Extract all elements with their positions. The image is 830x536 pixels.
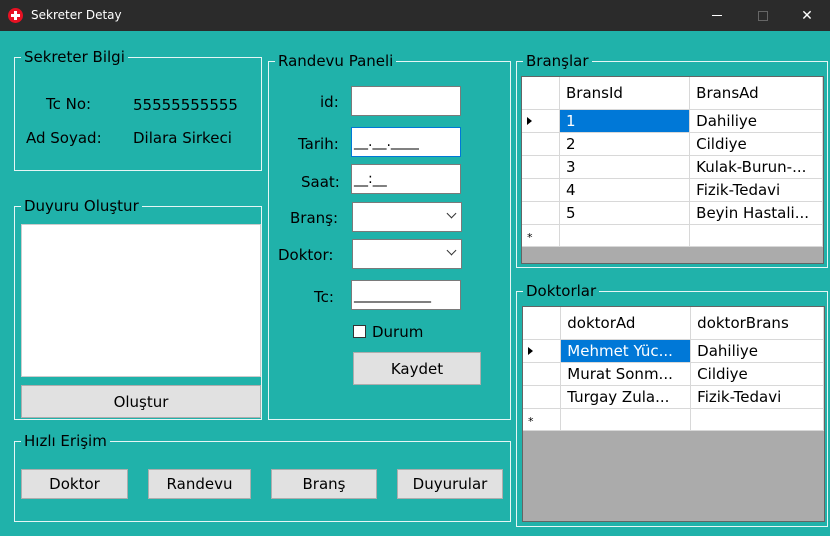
table-cell[interactable]: 1 [559,109,691,133]
table-row[interactable]: 5 Beyin Hastali... [522,201,823,225]
brans-label: Branş: [290,209,339,227]
table-cell[interactable]: Turgay Zula... [560,385,692,409]
id-input[interactable] [351,86,461,116]
title-bar: Sekreter Detay ✕ [0,0,830,31]
table-cell[interactable] [690,408,824,431]
olustur-button[interactable]: Oluştur [21,385,261,418]
table-cell[interactable] [559,224,691,247]
saat-label: Saat: [301,173,340,191]
branslar-title: Branşlar [523,51,592,71]
randevu-button[interactable]: Randevu [148,469,251,499]
table-row[interactable]: 4 Fizik-Tedavi [522,178,823,202]
table-cell[interactable]: 3 [559,155,691,179]
column-header-bransid[interactable]: BransId [559,77,691,110]
row-header [522,77,561,110]
column-header-bransad[interactable]: BransAd [689,77,823,110]
table-row[interactable]: Murat Sonm... Cildiye [523,362,824,386]
column-header-doktorbrans[interactable]: doktorBrans [690,307,824,340]
doktor-label: Doktor: [278,246,334,264]
tarih-input[interactable]: __.__.____ [351,127,461,157]
table-cell[interactable] [689,224,823,247]
chevron-down-icon [446,208,457,219]
sekreter-bilgi-group: Sekreter Bilgi Tc No: 55555555555 Ad Soy… [14,47,262,171]
row-header[interactable]: * [523,408,562,431]
durum-checkbox[interactable] [353,325,366,338]
brans-button[interactable]: Branş [271,469,377,499]
row-header[interactable] [522,132,561,156]
table-cell[interactable]: 5 [559,201,691,225]
table-cell[interactable]: Cildiye [690,362,824,386]
table-row[interactable]: 3 Kulak-Burun-... [522,155,823,179]
row-header[interactable] [523,362,562,386]
duyuru-title: Duyuru Oluştur [21,196,142,216]
doktorlar-table: doktorAd doktorBrans Mehmet Yüc... Dahil… [523,307,824,431]
randevu-paneli-title: Randevu Paneli [275,51,397,71]
table-row[interactable]: 1 Dahiliye [522,109,823,133]
sekreter-bilgi-title: Sekreter Bilgi [21,47,128,67]
row-pointer-icon [528,347,533,355]
column-header-doktorad[interactable]: doktorAd [560,307,692,340]
kaydet-button[interactable]: Kaydet [353,352,481,385]
minimize-icon [712,15,722,16]
duyuru-textarea[interactable] [21,224,261,377]
table-cell[interactable]: Fizik-Tedavi [690,385,824,409]
tc-input[interactable]: ___________ [351,280,461,310]
id-label: id: [320,93,339,111]
new-row[interactable]: * [522,224,823,247]
tc-no-value: 55555555555 [133,96,238,114]
row-header[interactable] [522,155,561,179]
table-row[interactable]: Mehmet Yüc... Dahiliye [523,339,824,363]
window-title: Sekreter Detay [31,8,122,22]
table-cell[interactable]: Dahiliye [690,339,824,363]
row-pointer-icon [527,117,532,125]
close-icon: ✕ [801,7,813,24]
row-header[interactable] [522,201,561,225]
tarih-label: Tarih: [298,135,339,153]
table-cell[interactable] [560,408,692,431]
table-cell[interactable]: Mehmet Yüc... [560,339,692,363]
new-row[interactable]: * [523,408,824,431]
table-row[interactable]: 2 Cildiye [522,132,823,156]
table-cell[interactable]: Kulak-Burun-... [689,155,823,179]
durum-label: Durum [372,323,424,341]
ad-soyad-label: Ad Soyad: [26,129,102,147]
maximize-icon [758,10,768,21]
branslar-grid[interactable]: BransId BransAd 1 Dahiliye 2 Cildiye 3 K… [521,76,824,264]
doktorlar-title: Doktorlar [523,281,600,301]
saat-input[interactable]: __:__ [351,164,461,194]
row-header[interactable]: * [522,224,561,247]
new-row-icon: * [528,415,534,428]
grid-header-row: BransId BransAd [522,77,823,110]
hizli-erisim-title: Hızlı Erişim [21,431,110,451]
table-cell[interactable]: Beyin Hastali... [689,201,823,225]
ad-soyad-value: Dilara Sirkeci [133,129,232,147]
new-row-icon: * [527,231,533,244]
doktor-select[interactable] [352,239,462,269]
table-row[interactable]: Turgay Zula... Fizik-Tedavi [523,385,824,409]
row-header[interactable] [523,339,562,363]
row-header [523,307,562,340]
table-cell[interactable]: 4 [559,178,691,202]
doktor-button[interactable]: Doktor [21,469,128,499]
plus-circle-icon [8,8,23,23]
branslar-table: BransId BransAd 1 Dahiliye 2 Cildiye 3 K… [522,77,823,247]
table-cell[interactable]: Cildiye [689,132,823,156]
tc-no-label: Tc No: [46,95,92,113]
close-button[interactable]: ✕ [784,0,830,31]
tc-label: Tc: [314,288,334,306]
row-header[interactable] [523,385,562,409]
row-header[interactable] [522,109,561,133]
grid-header-row: doktorAd doktorBrans [523,307,824,340]
maximize-button[interactable] [740,0,786,31]
duyurular-button[interactable]: Duyurular [397,469,503,499]
table-cell[interactable]: Murat Sonm... [560,362,692,386]
row-header[interactable] [522,178,561,202]
minimize-button[interactable] [694,0,740,31]
table-cell[interactable]: Dahiliye [689,109,823,133]
doktorlar-grid[interactable]: doktorAd doktorBrans Mehmet Yüc... Dahil… [522,306,825,522]
table-cell[interactable]: Fizik-Tedavi [689,178,823,202]
brans-select[interactable] [352,202,462,232]
chevron-down-icon [446,245,457,256]
table-cell[interactable]: 2 [559,132,691,156]
